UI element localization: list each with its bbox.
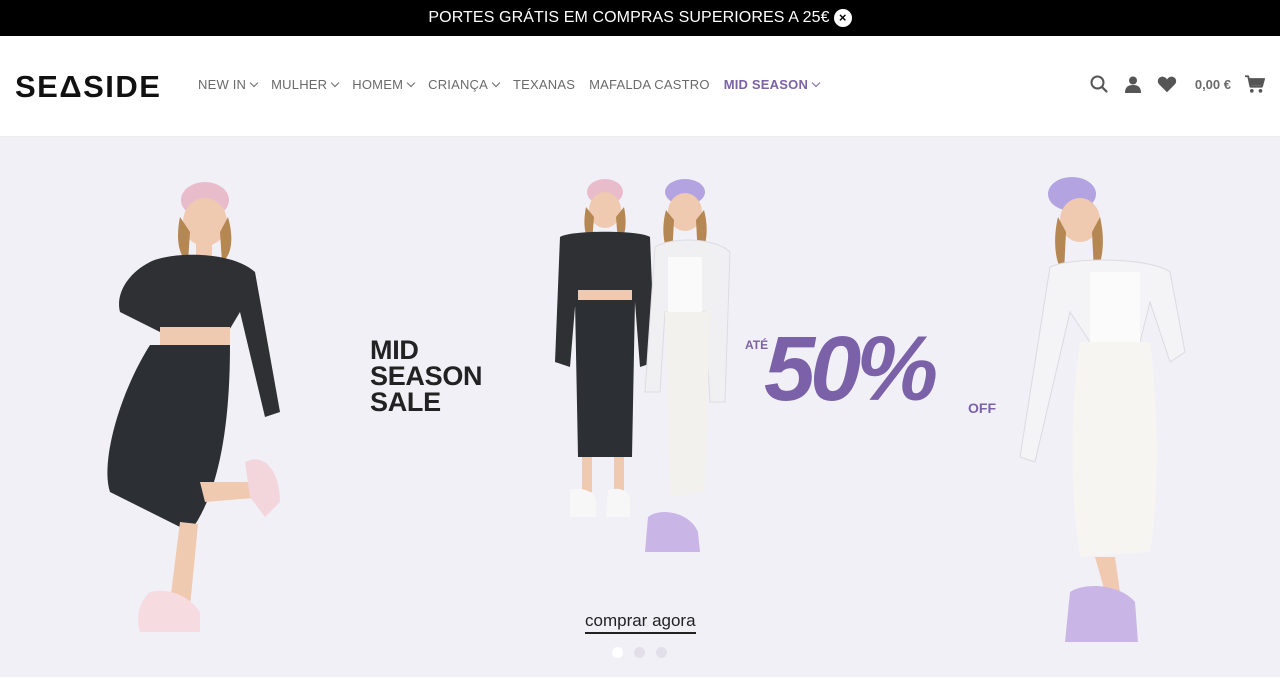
hero-banner[interactable]: MID SEASON SALE ATÉ 50% OFF comprar agor… (0, 137, 1280, 677)
logo[interactable]: SEΔSIDE (15, 69, 162, 105)
nav-item-new-in[interactable]: NEW IN (198, 77, 259, 92)
promo-text: PORTES GRÁTIS EM COMPRAS SUPERIORES A 25… (428, 9, 830, 26)
main-nav: NEW IN MULHER HOMEM CRIANÇA TEXANAS MAFA… (198, 77, 833, 92)
account-icon[interactable] (1123, 74, 1143, 94)
nav-item-label: NEW IN (198, 77, 247, 92)
headline-line: SALE (370, 387, 441, 417)
search-icon[interactable] (1089, 74, 1109, 94)
site-header: SEΔSIDE NEW IN MULHER HOMEM CRIANÇA TEXA… (0, 36, 1280, 137)
nav-item-mulher[interactable]: MULHER (271, 77, 340, 92)
nav-item-mid-season[interactable]: MID SEASON (723, 77, 821, 92)
nav-item-label: MID SEASON (723, 77, 809, 92)
cart-icon[interactable] (1245, 74, 1265, 94)
chevron-down-icon (406, 78, 416, 87)
model-image-left (107, 182, 280, 632)
slider-dot[interactable] (656, 647, 667, 658)
nav-item-crianca[interactable]: CRIANÇA (428, 77, 501, 92)
model-image-right (1019, 177, 1186, 642)
wishlist-icon[interactable] (1157, 74, 1177, 94)
nav-item-mafalda-castro[interactable]: MAFALDA CASTRO (589, 77, 710, 92)
headline-line: MID (370, 335, 419, 365)
nav-item-texanas[interactable]: TEXANAS (513, 77, 575, 92)
page-continuation (0, 677, 1280, 694)
chevron-down-icon (491, 78, 501, 87)
slider-dots (612, 647, 667, 658)
cart-total[interactable]: 0,00 € (1195, 77, 1231, 92)
promo-bar: PORTES GRÁTIS EM COMPRAS SUPERIORES A 25… (0, 0, 1280, 36)
nav-item-label: CRIANÇA (428, 77, 489, 92)
nav-item-label: HOMEM (352, 77, 404, 92)
nav-item-label: MAFALDA CASTRO (589, 77, 710, 92)
discount-value: 50% (764, 318, 938, 420)
slider-dot[interactable] (612, 647, 623, 658)
nav-item-homem[interactable]: HOMEM (352, 77, 416, 92)
nav-item-label: MULHER (271, 77, 328, 92)
chevron-down-icon (249, 78, 259, 87)
shop-now-link[interactable]: comprar agora (585, 611, 696, 634)
model-image-center (555, 179, 731, 552)
chevron-down-icon (331, 78, 340, 87)
headline-line: SEASON (370, 361, 483, 391)
chevron-down-icon (811, 78, 821, 87)
close-icon[interactable]: × (833, 9, 852, 27)
nav-item-label: TEXANAS (513, 77, 576, 92)
slider-dot[interactable] (634, 647, 645, 658)
discount-suffix: OFF (968, 400, 996, 416)
hero-headline: MID SEASON SALE (370, 335, 483, 417)
header-actions: 0,00 € (1089, 74, 1265, 94)
